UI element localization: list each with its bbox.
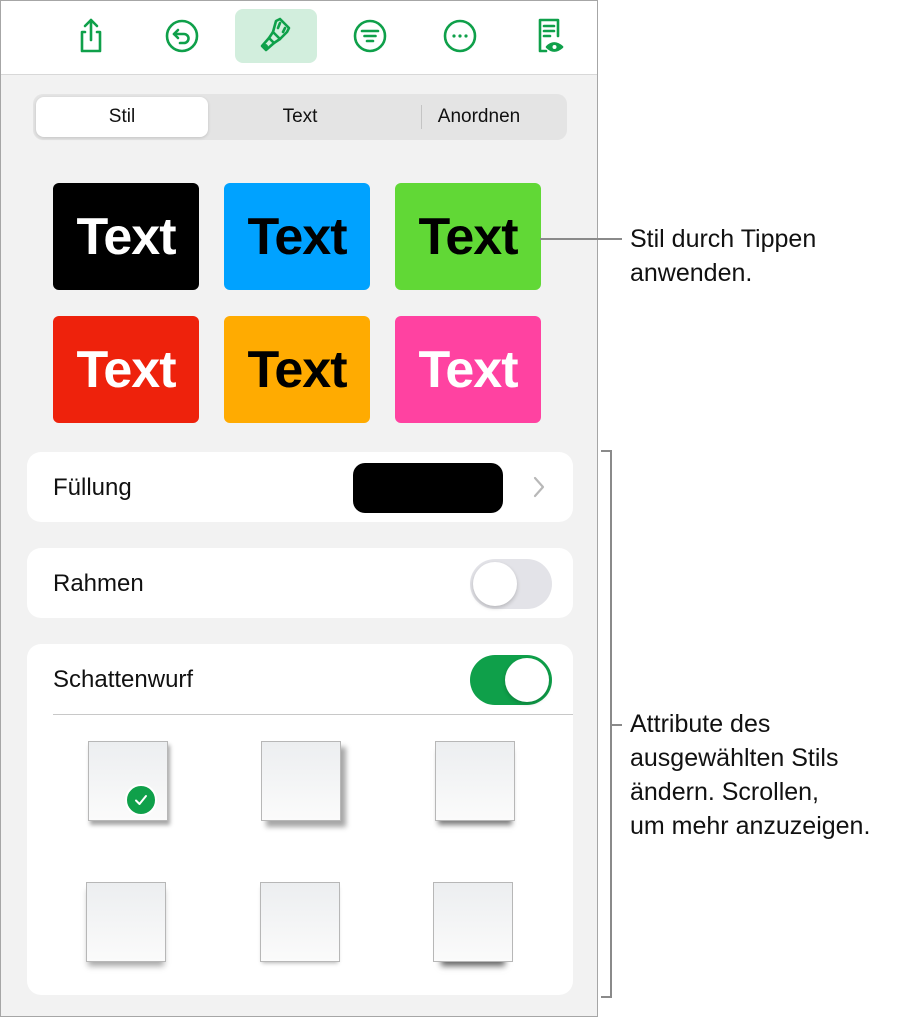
border-label: Rahmen <box>53 570 144 597</box>
style-preset-1[interactable]: Text <box>53 183 199 290</box>
toggle-knob <box>505 658 549 702</box>
tab-stil[interactable]: Stil <box>36 97 208 137</box>
callout-line: anwenden. <box>630 259 753 287</box>
callout-line: ändern. Scrollen, <box>630 778 820 806</box>
toolbar <box>1 1 597 75</box>
divider <box>53 714 573 715</box>
callout-leader-line <box>540 238 622 240</box>
fill-color-swatch[interactable] <box>353 463 503 513</box>
fill-row[interactable]: Füllung <box>27 452 573 522</box>
callout-line: Stil durch Tippen <box>630 225 817 253</box>
tab-text[interactable]: Text <box>213 97 387 137</box>
undo-icon <box>165 19 199 53</box>
document-view-icon <box>538 18 564 53</box>
chevron-right-icon <box>533 476 545 498</box>
more-button[interactable] <box>419 9 501 63</box>
share-button[interactable] <box>50 9 132 63</box>
paintbrush-icon <box>260 17 291 52</box>
shadow-option-6[interactable] <box>433 882 513 962</box>
callout-attributes: Attribute des ausgewählten Stils ändern.… <box>630 707 870 843</box>
shadow-option-5[interactable] <box>260 882 340 962</box>
tab-anordnen[interactable]: Anordnen <box>393 97 565 137</box>
style-preset-2[interactable]: Text <box>224 183 370 290</box>
shadow-option-2[interactable] <box>261 741 341 821</box>
callout-line: ausgewählten Stils <box>630 744 839 772</box>
bracket-bottom <box>601 996 612 998</box>
shadow-section: Schattenwurf <box>27 644 573 995</box>
fill-label: Füllung <box>53 474 132 501</box>
style-preset-6[interactable]: Text <box>395 316 541 423</box>
callout-line: um mehr anzuzeigen. <box>630 812 871 840</box>
shadow-option-4[interactable] <box>86 882 166 962</box>
undo-button[interactable] <box>141 9 223 63</box>
style-preset-3[interactable]: Text <box>395 183 541 290</box>
shadow-label: Schattenwurf <box>53 666 194 693</box>
format-panel: Stil Text Anordnen Text Text Text Text T… <box>0 0 598 1017</box>
toggle-knob <box>473 562 517 606</box>
more-icon <box>443 19 477 53</box>
segmented-control: Stil Text Anordnen <box>33 94 567 140</box>
filter-icon <box>353 19 387 53</box>
shadow-option-3[interactable] <box>435 741 515 821</box>
border-toggle[interactable] <box>470 559 552 609</box>
style-preset-4[interactable]: Text <box>53 316 199 423</box>
border-row: Rahmen <box>27 548 573 618</box>
callout-style-apply: Stil durch Tippen anwenden. <box>630 222 816 290</box>
share-icon <box>80 18 102 53</box>
reading-view-button[interactable] <box>508 9 590 63</box>
format-button[interactable] <box>235 9 317 63</box>
callout-line: Attribute des <box>630 710 771 738</box>
organize-button[interactable] <box>329 9 411 63</box>
bracket-leader <box>610 724 622 726</box>
style-preset-5[interactable]: Text <box>224 316 370 423</box>
shadow-option-1[interactable] <box>88 741 168 821</box>
checkmark-icon <box>125 784 157 816</box>
shadow-toggle[interactable] <box>470 655 552 705</box>
